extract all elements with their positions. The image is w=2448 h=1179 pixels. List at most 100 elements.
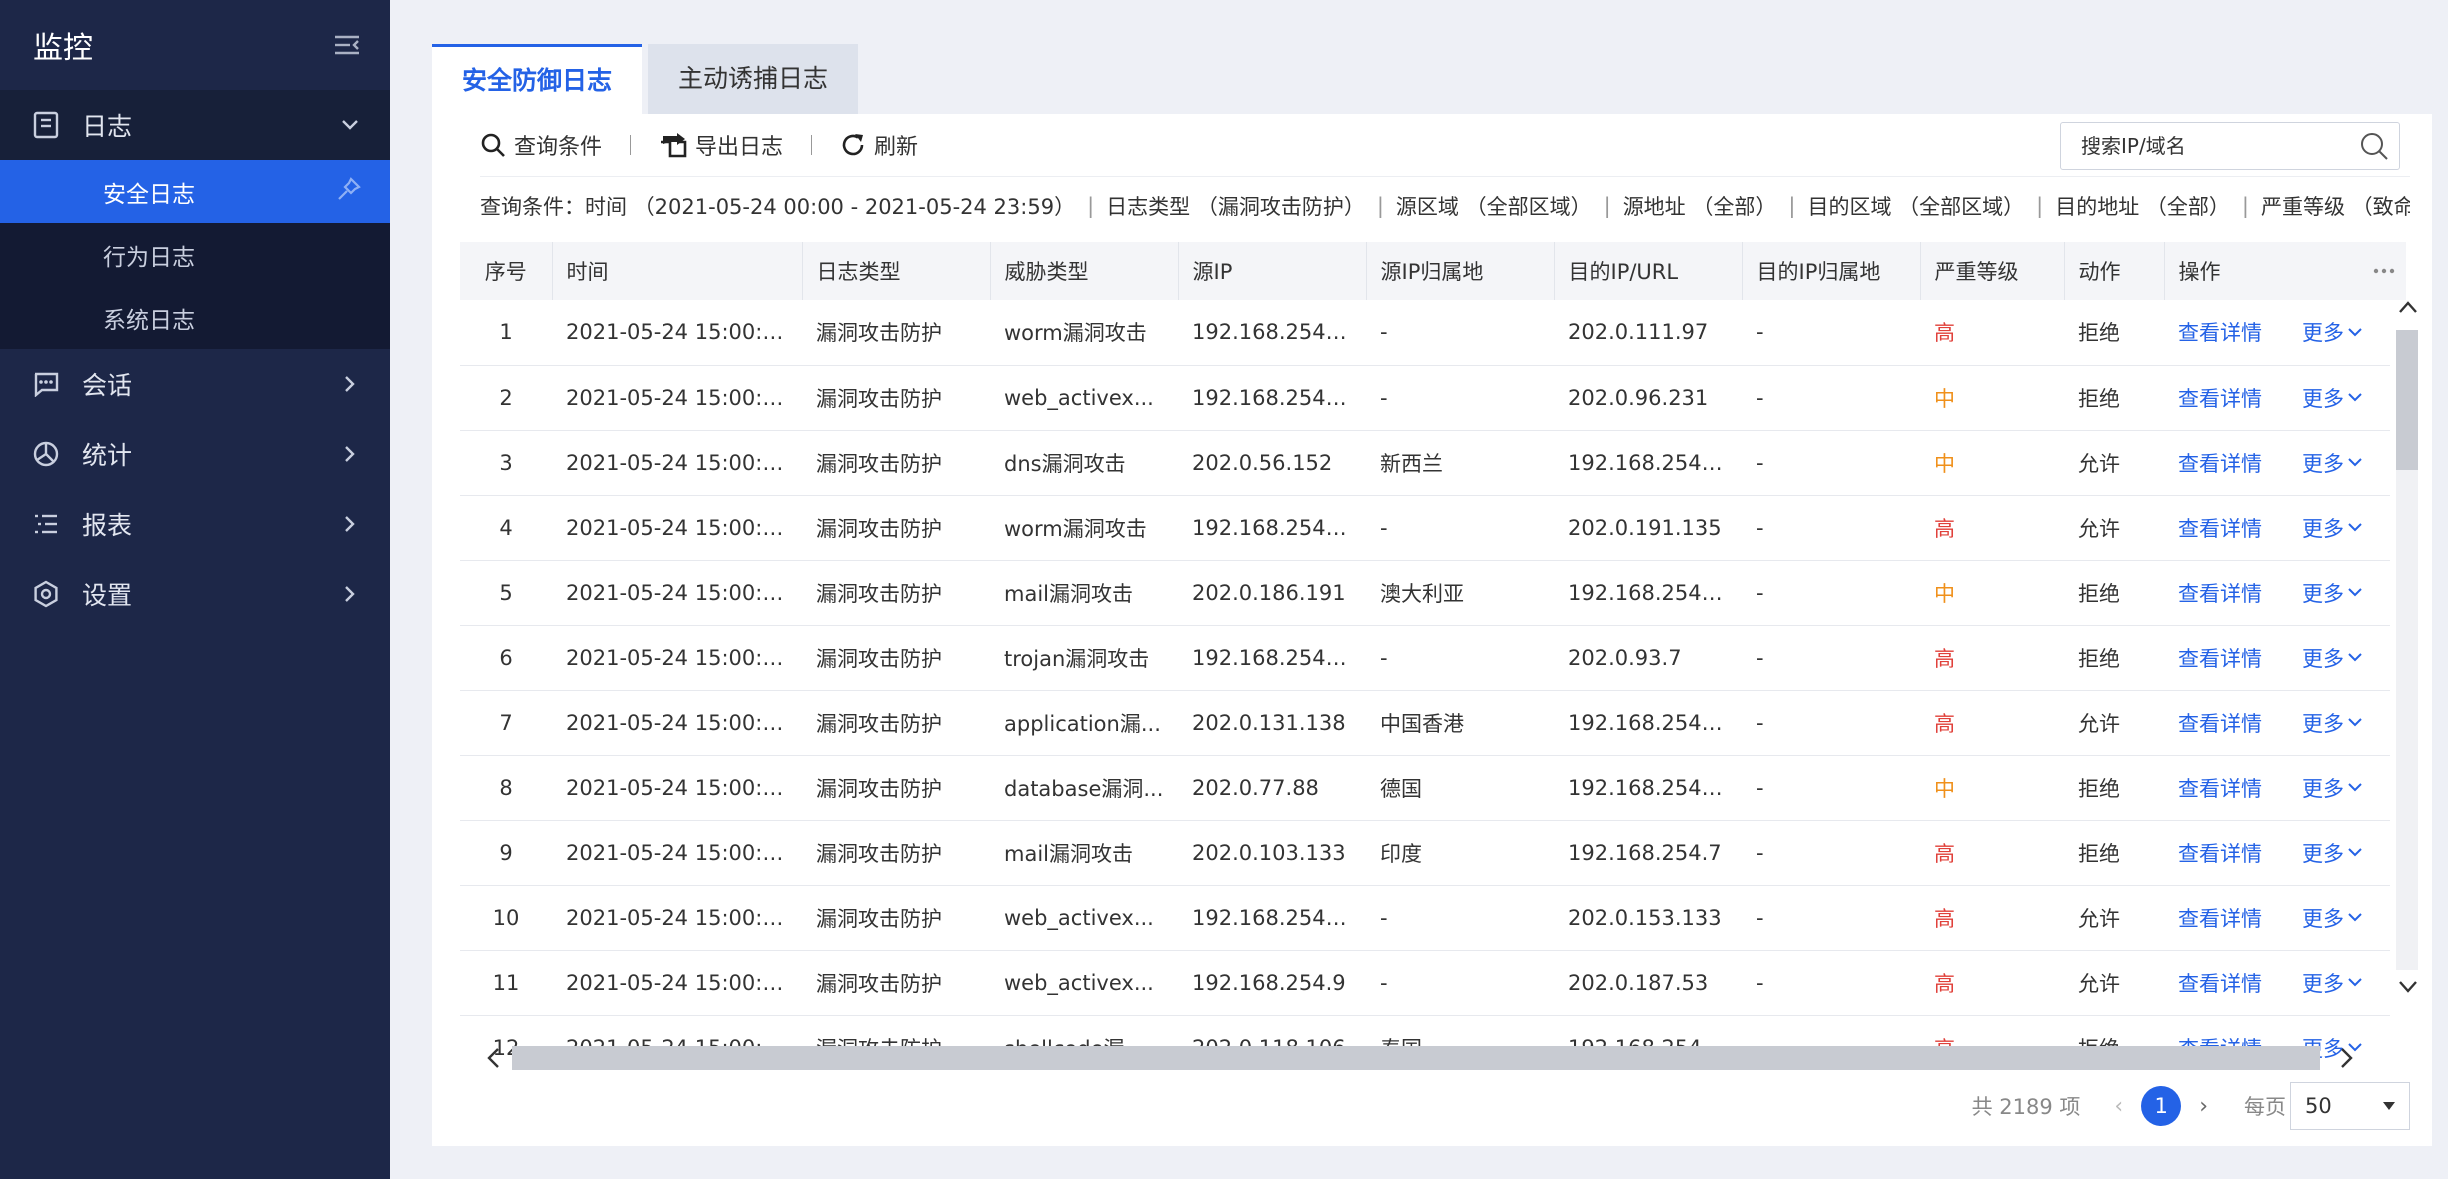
column-header-threat-type[interactable]: 威胁类型 xyxy=(990,242,1179,300)
scroll-thumb[interactable] xyxy=(2396,330,2418,470)
column-header-src-location[interactable]: 源IP归属地 xyxy=(1366,242,1555,300)
sidebar-item-system-log[interactable]: 系统日志 xyxy=(0,286,390,349)
export-icon xyxy=(661,133,687,158)
view-detail-link[interactable]: 查看详情 xyxy=(2178,321,2262,345)
log-panel: 查询条件 导出日志 刷新 查询条件： 时间 （2021-05-24 00:00 … xyxy=(432,114,2432,1146)
table-row: 8 2021-05-24 15:00:14 漏洞攻击防护 database漏洞... 2… xyxy=(460,755,2390,820)
sidebar-item-behavior-log[interactable]: 行为日志 xyxy=(0,223,390,286)
cell-threat-type: web_activex... xyxy=(1004,970,1154,995)
query-item: 目的区域 （全部区域） xyxy=(1807,194,2025,219)
view-detail-link[interactable]: 查看详情 xyxy=(2178,517,2262,541)
query-conditions-button[interactable]: 查询条件 xyxy=(480,129,602,161)
cell-threat-type: application漏... xyxy=(1004,711,1161,736)
chevron-down-icon xyxy=(2348,653,2362,662)
column-header-index[interactable]: 序号 xyxy=(460,242,553,300)
cell-time: 2021-05-24 15:00:14 xyxy=(566,450,790,475)
nav-item-session[interactable]: 会话 xyxy=(0,349,390,419)
more-dropdown[interactable]: 更多 xyxy=(2302,448,2362,478)
prev-page-icon[interactable]: ‹ xyxy=(2114,1094,2123,1119)
cell-dst-ip: 202.0.191.135 xyxy=(1568,515,1722,540)
cell-src-location: - xyxy=(1380,970,1388,995)
nav-item-report[interactable]: 报表 xyxy=(0,489,390,559)
cell-operation: 查看详情 更多 xyxy=(2164,950,2390,1015)
cell-dst-ip: 192.168.254.63 xyxy=(1568,580,1735,605)
column-header-time[interactable]: 时间 xyxy=(552,242,803,300)
cell-dst-ip: 192.168.254.7 xyxy=(1568,840,1722,865)
page-number-current[interactable]: 1 xyxy=(2141,1086,2182,1126)
nav-item-settings[interactable]: 设置 xyxy=(0,559,390,629)
horizontal-scrollbar[interactable] xyxy=(460,1044,2380,1072)
column-header-dst-location[interactable]: 目的IP归属地 xyxy=(1742,242,1921,300)
view-detail-link[interactable]: 查看详情 xyxy=(2178,387,2262,411)
column-header-action[interactable]: 动作 xyxy=(2064,242,2165,300)
search-icon[interactable] xyxy=(2359,131,2389,161)
next-page-icon[interactable]: › xyxy=(2199,1094,2208,1119)
cell-src-ip: 202.0.186.191 xyxy=(1192,580,1346,605)
chevron-down-icon xyxy=(2348,393,2362,402)
menu-collapse-icon[interactable] xyxy=(332,30,362,60)
cell-src-ip: 192.168.254.67 xyxy=(1192,320,1359,345)
query-divider: | xyxy=(1376,193,1384,218)
column-header-operation[interactable]: 操作 xyxy=(2164,242,2391,300)
column-header-dst-ip[interactable]: 目的IP/URL xyxy=(1554,242,1743,300)
column-header-log-type[interactable]: 日志类型 xyxy=(802,242,991,300)
view-detail-link[interactable]: 查看详情 xyxy=(2178,777,2262,801)
settings-icon xyxy=(30,578,62,610)
pin-icon[interactable] xyxy=(336,176,362,208)
cell-time: 2021-05-24 15:00:14 xyxy=(566,840,790,865)
cell-src-ip: 192.168.254.32 xyxy=(1192,385,1359,410)
view-detail-link[interactable]: 查看详情 xyxy=(2178,647,2262,671)
tab-active-trap-log[interactable]: 主动诱捕日志 xyxy=(648,44,859,114)
cell-dst-location: - xyxy=(1756,385,1764,410)
more-dropdown[interactable]: 更多 xyxy=(2302,968,2362,998)
scroll-down-icon[interactable] xyxy=(2398,980,2418,994)
more-dropdown[interactable]: 更多 xyxy=(2302,838,2362,868)
column-header-src-ip[interactable]: 源IP xyxy=(1178,242,1367,300)
chevron-down-icon xyxy=(2348,978,2362,987)
cell-dst-ip: 202.0.187.53 xyxy=(1568,970,1709,995)
view-detail-link[interactable]: 查看详情 xyxy=(2178,712,2262,736)
query-divider: | xyxy=(2241,193,2249,218)
column-settings-icon[interactable] xyxy=(2362,242,2406,300)
chevron-down-icon xyxy=(2348,913,2362,922)
scroll-left-icon[interactable] xyxy=(486,1047,500,1069)
more-dropdown[interactable]: 更多 xyxy=(2302,708,2362,738)
sidebar-item-security-log[interactable]: 安全日志 xyxy=(0,160,390,223)
scroll-up-icon[interactable] xyxy=(2398,300,2418,314)
more-dropdown[interactable]: 更多 xyxy=(2302,317,2362,347)
more-dropdown[interactable]: 更多 xyxy=(2302,513,2362,543)
column-header-severity[interactable]: 严重等级 xyxy=(1920,242,2065,300)
more-dropdown[interactable]: 更多 xyxy=(2302,383,2362,413)
more-dropdown[interactable]: 更多 xyxy=(2302,578,2362,608)
query-divider: | xyxy=(1603,193,1611,218)
refresh-button[interactable]: 刷新 xyxy=(840,129,918,161)
cell-severity: 中 xyxy=(1934,386,1955,411)
chevron-down-icon xyxy=(2348,458,2362,467)
more-dropdown[interactable]: 更多 xyxy=(2302,773,2362,803)
vertical-scrollbar[interactable] xyxy=(2394,294,2420,1004)
search-input[interactable] xyxy=(2081,134,2359,158)
log-table-body: 1 2021-05-24 15:00:14 漏洞攻击防护 worm漏洞攻击 192.16… xyxy=(460,300,2390,1072)
scroll-thumb[interactable] xyxy=(512,1046,2320,1070)
view-detail-link[interactable]: 查看详情 xyxy=(2178,972,2262,996)
view-detail-link[interactable]: 查看详情 xyxy=(2178,582,2262,606)
page-size-select[interactable]: 50 xyxy=(2290,1082,2410,1130)
more-dropdown[interactable]: 更多 xyxy=(2302,903,2362,933)
nav-item-log[interactable]: 日志 xyxy=(0,90,390,160)
cell-index: 10 xyxy=(492,905,520,930)
chevron-right-icon xyxy=(338,442,362,466)
cell-log-type: 漏洞攻击防护 xyxy=(816,841,942,866)
export-log-button[interactable]: 导出日志 xyxy=(659,129,783,161)
pagination: 共 2189 项 ‹ 1 › 每页 50 xyxy=(1972,1082,2410,1130)
cell-index: 11 xyxy=(492,970,520,995)
sidebar: 监控 日志 安全日志 行为日志 系统日志 会话 统计 报表 设置 xyxy=(0,0,390,1179)
more-dropdown[interactable]: 更多 xyxy=(2302,643,2362,673)
nav-item-statistics[interactable]: 统计 xyxy=(0,419,390,489)
query-divider: | xyxy=(2036,193,2044,218)
view-detail-link[interactable]: 查看详情 xyxy=(2178,907,2262,931)
cell-operation: 查看详情 更多 xyxy=(2164,625,2390,690)
scroll-right-icon[interactable] xyxy=(2340,1047,2354,1069)
view-detail-link[interactable]: 查看详情 xyxy=(2178,452,2262,476)
tab-security-defense-log[interactable]: 安全防御日志 xyxy=(432,44,643,114)
view-detail-link[interactable]: 查看详情 xyxy=(2178,842,2262,866)
